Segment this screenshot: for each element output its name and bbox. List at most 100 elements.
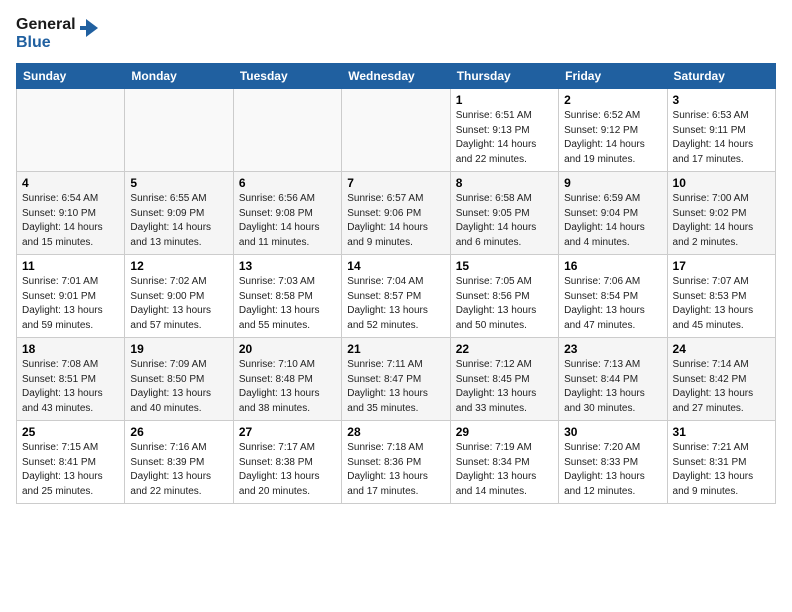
calendar-cell: 13 Sunrise: 7:03 AM Sunset: 8:58 PM Dayli… (233, 255, 341, 338)
day-number: 6 (239, 176, 336, 190)
day-info: Sunrise: 7:18 AM Sunset: 8:36 PM Dayligh… (347, 441, 444, 499)
day-number: 22 (456, 342, 553, 356)
day-info: Sunrise: 7:05 AM Sunset: 8:56 PM Dayligh… (456, 275, 553, 333)
day-info: Sunrise: 7:13 AM Sunset: 8:44 PM Dayligh… (564, 358, 661, 416)
day-number: 18 (22, 342, 119, 356)
day-header-saturday: Saturday (667, 64, 775, 89)
calendar-cell: 31 Sunrise: 7:21 AM Sunset: 8:31 PM Dayli… (667, 421, 775, 504)
day-info: Sunrise: 7:19 AM Sunset: 8:34 PM Dayligh… (456, 441, 553, 499)
calendar-cell: 6 Sunrise: 6:56 AM Sunset: 9:08 PM Daylig… (233, 172, 341, 255)
day-info: Sunrise: 7:00 AM Sunset: 9:02 PM Dayligh… (673, 192, 770, 250)
calendar-cell: 7 Sunrise: 6:57 AM Sunset: 9:06 PM Daylig… (342, 172, 450, 255)
calendar-cell: 3 Sunrise: 6:53 AM Sunset: 9:11 PM Daylig… (667, 89, 775, 172)
day-header-tuesday: Tuesday (233, 64, 341, 89)
day-info: Sunrise: 7:15 AM Sunset: 8:41 PM Dayligh… (22, 441, 119, 499)
calendar-cell: 28 Sunrise: 7:18 AM Sunset: 8:36 PM Dayli… (342, 421, 450, 504)
calendar-cell: 2Sunrise: 6:52 AM Sunset: 9:12 PM Daylig… (559, 89, 667, 172)
day-info: Sunrise: 7:06 AM Sunset: 8:54 PM Dayligh… (564, 275, 661, 333)
day-number: 1 (456, 93, 553, 107)
day-number: 13 (239, 259, 336, 273)
day-header-thursday: Thursday (450, 64, 558, 89)
calendar-cell: 20 Sunrise: 7:10 AM Sunset: 8:48 PM Dayli… (233, 338, 341, 421)
day-info: Sunrise: 7:17 AM Sunset: 8:38 PM Dayligh… (239, 441, 336, 499)
calendar-week-row: 11 Sunrise: 7:01 AM Sunset: 9:01 PM Dayli… (17, 255, 776, 338)
calendar-cell: 17Sunrise: 7:07 AM Sunset: 8:53 PM Dayli… (667, 255, 775, 338)
day-number: 10 (673, 176, 770, 190)
calendar-cell: 10 Sunrise: 7:00 AM Sunset: 9:02 PM Dayli… (667, 172, 775, 255)
day-info: Sunrise: 7:09 AM Sunset: 8:50 PM Dayligh… (130, 358, 227, 416)
day-info: Sunrise: 6:55 AM Sunset: 9:09 PM Dayligh… (130, 192, 227, 250)
calendar-table: SundayMondayTuesdayWednesdayThursdayFrid… (16, 63, 776, 504)
day-number: 15 (456, 259, 553, 273)
calendar-cell (342, 89, 450, 172)
calendar-cell: 4Sunrise: 6:54 AM Sunset: 9:10 PM Daylig… (17, 172, 125, 255)
day-number: 21 (347, 342, 444, 356)
day-info: Sunrise: 7:12 AM Sunset: 8:45 PM Dayligh… (456, 358, 553, 416)
day-info: Sunrise: 6:52 AM Sunset: 9:12 PM Dayligh… (564, 109, 661, 167)
calendar-cell (125, 89, 233, 172)
calendar-cell: 15 Sunrise: 7:05 AM Sunset: 8:56 PM Dayli… (450, 255, 558, 338)
calendar-cell: 16Sunrise: 7:06 AM Sunset: 8:54 PM Dayli… (559, 255, 667, 338)
day-info: Sunrise: 7:11 AM Sunset: 8:47 PM Dayligh… (347, 358, 444, 416)
logo-graphic: General Blue (16, 16, 100, 51)
day-number: 31 (673, 425, 770, 439)
calendar-cell: 23 Sunrise: 7:13 AM Sunset: 8:44 PM Dayli… (559, 338, 667, 421)
day-header-monday: Monday (125, 64, 233, 89)
day-header-friday: Friday (559, 64, 667, 89)
calendar-week-row: 4Sunrise: 6:54 AM Sunset: 9:10 PM Daylig… (17, 172, 776, 255)
logo: General Blue (16, 16, 100, 51)
day-number: 9 (564, 176, 661, 190)
day-number: 5 (130, 176, 227, 190)
day-header-sunday: Sunday (17, 64, 125, 89)
day-info: Sunrise: 6:58 AM Sunset: 9:05 PM Dayligh… (456, 192, 553, 250)
calendar-cell: 25Sunrise: 7:15 AM Sunset: 8:41 PM Dayli… (17, 421, 125, 504)
day-number: 30 (564, 425, 661, 439)
day-number: 23 (564, 342, 661, 356)
day-info: Sunrise: 7:07 AM Sunset: 8:53 PM Dayligh… (673, 275, 770, 333)
day-number: 29 (456, 425, 553, 439)
day-header-wednesday: Wednesday (342, 64, 450, 89)
day-info: Sunrise: 7:08 AM Sunset: 8:51 PM Dayligh… (22, 358, 119, 416)
day-info: Sunrise: 6:51 AM Sunset: 9:13 PM Dayligh… (456, 109, 553, 167)
day-info: Sunrise: 7:02 AM Sunset: 9:00 PM Dayligh… (130, 275, 227, 333)
day-info: Sunrise: 7:04 AM Sunset: 8:57 PM Dayligh… (347, 275, 444, 333)
day-info: Sunrise: 7:20 AM Sunset: 8:33 PM Dayligh… (564, 441, 661, 499)
calendar-cell (233, 89, 341, 172)
day-number: 12 (130, 259, 227, 273)
calendar-cell: 21 Sunrise: 7:11 AM Sunset: 8:47 PM Dayli… (342, 338, 450, 421)
calendar-header-row: SundayMondayTuesdayWednesdayThursdayFrid… (17, 64, 776, 89)
calendar-cell: 19 Sunrise: 7:09 AM Sunset: 8:50 PM Dayli… (125, 338, 233, 421)
day-info: Sunrise: 7:14 AM Sunset: 8:42 PM Dayligh… (673, 358, 770, 416)
day-number: 11 (22, 259, 119, 273)
day-number: 26 (130, 425, 227, 439)
day-info: Sunrise: 7:01 AM Sunset: 9:01 PM Dayligh… (22, 275, 119, 333)
day-info: Sunrise: 7:10 AM Sunset: 8:48 PM Dayligh… (239, 358, 336, 416)
day-info: Sunrise: 6:53 AM Sunset: 9:11 PM Dayligh… (673, 109, 770, 167)
calendar-cell: 29 Sunrise: 7:19 AM Sunset: 8:34 PM Dayli… (450, 421, 558, 504)
day-info: Sunrise: 6:56 AM Sunset: 9:08 PM Dayligh… (239, 192, 336, 250)
day-number: 20 (239, 342, 336, 356)
calendar-cell: 1 Sunrise: 6:51 AM Sunset: 9:13 PM Daylig… (450, 89, 558, 172)
day-info: Sunrise: 6:59 AM Sunset: 9:04 PM Dayligh… (564, 192, 661, 250)
logo-blue: Blue (16, 34, 76, 52)
day-info: Sunrise: 7:21 AM Sunset: 8:31 PM Dayligh… (673, 441, 770, 499)
calendar-cell: 27Sunrise: 7:17 AM Sunset: 8:38 PM Dayli… (233, 421, 341, 504)
calendar-cell: 14 Sunrise: 7:04 AM Sunset: 8:57 PM Dayli… (342, 255, 450, 338)
calendar-cell: 5 Sunrise: 6:55 AM Sunset: 9:09 PM Daylig… (125, 172, 233, 255)
day-number: 7 (347, 176, 444, 190)
calendar-cell: 18 Sunrise: 7:08 AM Sunset: 8:51 PM Dayli… (17, 338, 125, 421)
calendar-cell: 9 Sunrise: 6:59 AM Sunset: 9:04 PM Daylig… (559, 172, 667, 255)
day-info: Sunrise: 7:03 AM Sunset: 8:58 PM Dayligh… (239, 275, 336, 333)
day-info: Sunrise: 7:16 AM Sunset: 8:39 PM Dayligh… (130, 441, 227, 499)
day-number: 14 (347, 259, 444, 273)
logo-arrow-icon (78, 17, 100, 39)
calendar-cell: 26 Sunrise: 7:16 AM Sunset: 8:39 PM Dayli… (125, 421, 233, 504)
calendar-week-row: 1 Sunrise: 6:51 AM Sunset: 9:13 PM Daylig… (17, 89, 776, 172)
day-info: Sunrise: 6:57 AM Sunset: 9:06 PM Dayligh… (347, 192, 444, 250)
day-number: 28 (347, 425, 444, 439)
calendar-cell: 8 Sunrise: 6:58 AM Sunset: 9:05 PM Daylig… (450, 172, 558, 255)
day-number: 19 (130, 342, 227, 356)
day-number: 8 (456, 176, 553, 190)
calendar-week-row: 25Sunrise: 7:15 AM Sunset: 8:41 PM Dayli… (17, 421, 776, 504)
day-number: 3 (673, 93, 770, 107)
